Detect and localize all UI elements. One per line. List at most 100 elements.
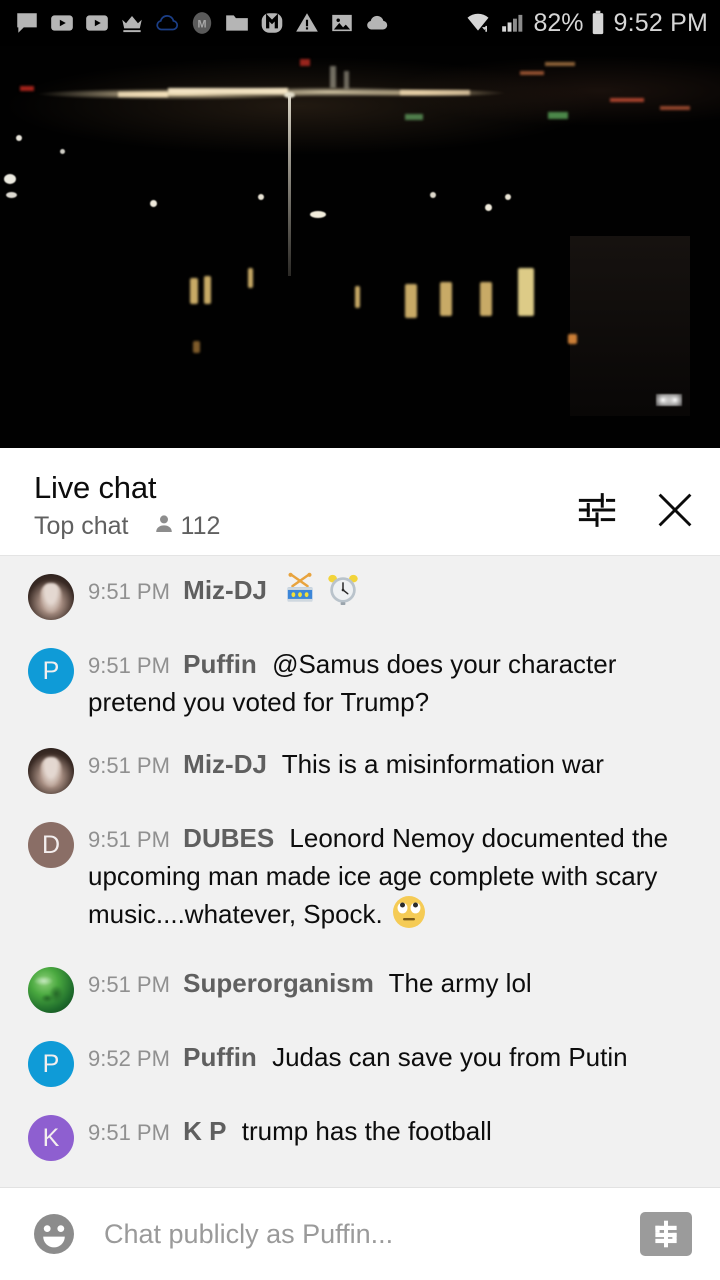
message-author[interactable]: Miz-DJ — [183, 575, 267, 605]
close-icon[interactable] — [652, 487, 698, 533]
chat-message-body: 9:51 PM Puffin @Samus does your characte… — [74, 644, 704, 720]
message-author[interactable]: Superorganism — [183, 968, 374, 998]
message-timestamp: 9:52 PM — [88, 1046, 170, 1071]
tune-sliders-icon[interactable] — [574, 487, 620, 533]
message-text: trump has the football — [241, 1116, 492, 1146]
live-chat-message-list[interactable]: 9:51 PM Miz-DJ P 9:51 PM Puffin @Samus d… — [0, 556, 720, 1187]
folder-icon — [224, 10, 250, 36]
viewer-count: 112 — [180, 512, 221, 540]
chat-message[interactable]: 9:51 PM Miz-DJ — [0, 570, 720, 620]
light-point — [430, 192, 436, 198]
light-point — [505, 194, 511, 200]
avatar-initial: P — [42, 656, 60, 685]
light-point — [300, 59, 310, 66]
live-chat-subheader: Top chat 112 — [34, 512, 574, 541]
avatar[interactable]: K — [28, 1115, 74, 1161]
lit-window — [568, 334, 577, 344]
page-title: Live chat — [34, 470, 157, 505]
live-stream-video[interactable] — [0, 46, 720, 448]
chat-message[interactable]: D 9:51 PM DUBES Leonord Nemoy documented… — [0, 818, 720, 939]
battery-icon — [589, 9, 607, 37]
youtube-live-chat-screen: M 82% 9:52 PM Live chat Top chat 112 9:5… — [0, 0, 720, 1280]
status-bar-notification-icons: M — [14, 10, 463, 36]
message-timestamp: 9:51 PM — [88, 827, 170, 852]
light-point — [548, 112, 568, 119]
light-point — [660, 106, 690, 110]
alarm-clock-icon — [326, 572, 360, 615]
message-text: The army lol — [388, 968, 532, 998]
avatar-initial: P — [42, 1049, 60, 1078]
light-point — [330, 66, 336, 88]
chat-message[interactable]: P 9:52 PM Puffin Judas can save you from… — [0, 1037, 720, 1087]
message-author[interactable]: Puffin — [183, 1042, 257, 1072]
light-point — [545, 62, 575, 66]
chat-message[interactable]: 9:51 PM Superorganism The army lol — [0, 963, 720, 1013]
chat-message-body: 9:51 PM K P trump has the football — [74, 1111, 704, 1161]
message-author[interactable]: Miz-DJ — [183, 749, 267, 779]
chat-message[interactable]: K 9:51 PM K P trump has the football — [0, 1111, 720, 1161]
light-point — [310, 211, 326, 218]
message-timestamp: 9:51 PM — [88, 653, 170, 678]
live-chat-header: Live chat Top chat 112 — [0, 455, 720, 556]
chat-composer — [0, 1187, 720, 1280]
lit-window — [190, 278, 198, 304]
circle-m-icon: M — [189, 10, 215, 36]
message-timestamp: 9:51 PM — [88, 972, 170, 997]
message-timestamp: 9:51 PM — [88, 753, 170, 778]
light-point — [405, 114, 423, 120]
wifi-icon — [463, 9, 493, 37]
emoji-smiley-icon[interactable] — [28, 1208, 80, 1260]
light-point — [168, 88, 288, 94]
status-bar-system-icons: 82% 9:52 PM — [463, 9, 708, 38]
message-timestamp: 9:51 PM — [88, 1120, 170, 1145]
light-point — [258, 194, 264, 200]
status-bar-clock: 9:52 PM — [613, 8, 708, 37]
chat-message[interactable]: P 9:51 PM Puffin @Samus does your charac… — [0, 644, 720, 720]
m-badge-icon — [259, 10, 285, 36]
lit-window — [518, 268, 534, 316]
light-point — [118, 92, 168, 97]
message-author[interactable]: Puffin — [183, 649, 257, 679]
chat-message[interactable]: 9:51 PM Miz-DJ This is a misinformation … — [0, 744, 720, 794]
light-point — [485, 204, 492, 211]
svg-text:M: M — [197, 18, 206, 30]
message-text: This is a misinformation war — [281, 749, 604, 779]
youtube-icon — [84, 10, 110, 36]
chat-input[interactable] — [80, 1218, 640, 1250]
lit-window — [193, 341, 200, 353]
chat-message-body: 9:51 PM Superorganism The army lol — [74, 963, 704, 1013]
message-timestamp: 9:51 PM — [88, 579, 170, 604]
avatar[interactable]: D — [28, 822, 74, 868]
avatar[interactable] — [28, 748, 74, 794]
lit-window — [440, 282, 452, 316]
cellular-signal-icon — [499, 10, 527, 36]
youtube-icon — [49, 10, 75, 36]
avatar[interactable] — [28, 574, 74, 620]
avatar[interactable]: P — [28, 1041, 74, 1087]
lit-window — [248, 268, 253, 288]
message-author[interactable]: DUBES — [183, 823, 274, 853]
drum-icon — [283, 572, 317, 615]
chat-mode-label[interactable]: Top chat — [34, 512, 129, 541]
light-point — [150, 200, 157, 207]
rolling-eyes-icon — [391, 894, 427, 939]
foreground-building — [570, 236, 690, 416]
messenger-chat-icon — [14, 10, 40, 36]
light-point — [16, 135, 22, 141]
light-point — [520, 71, 544, 75]
lit-window — [355, 286, 360, 308]
lit-window — [204, 276, 211, 304]
warning-triangle-icon — [294, 10, 320, 36]
avatar[interactable] — [28, 967, 74, 1013]
dollar-superchat-icon[interactable] — [640, 1212, 692, 1256]
message-author[interactable]: K P — [183, 1116, 226, 1146]
light-point — [20, 86, 34, 91]
avatar-initial: K — [42, 1123, 60, 1152]
crown-icon — [119, 10, 145, 36]
chat-message-body: 9:52 PM Puffin Judas can save you from P… — [74, 1037, 704, 1087]
light-point — [4, 174, 16, 184]
cloud-outline-icon — [154, 10, 180, 36]
viewer-count-group: 112 — [152, 512, 221, 541]
avatar[interactable]: P — [28, 648, 74, 694]
light-point — [400, 90, 470, 95]
